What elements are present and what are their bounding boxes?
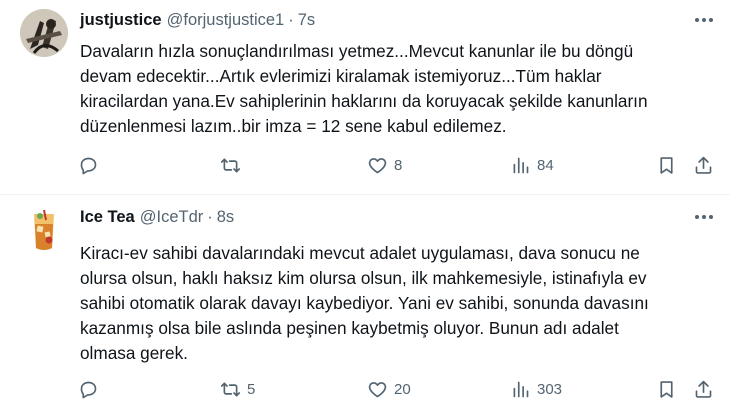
tweet-text-line: sahibi otomatik olarak davayı kaybediyor… (80, 293, 649, 313)
user-handle[interactable]: @IceTdr (140, 208, 204, 227)
tweet-text-line: olursa olsun, haklı haksız kim olursa ol… (80, 268, 647, 288)
tweet-text-line: Kiracı-ev sahibi davalarındaki mevcut ad… (80, 243, 640, 263)
tweet-text-line: kazanmış olsa bile aslında peşinen kaybe… (80, 318, 619, 338)
more-horizontal-icon[interactable] (690, 207, 718, 227)
tweet-text-line: Davaların hızla sonuçlandırılması yetmez… (80, 41, 634, 61)
heart-icon (368, 157, 387, 173)
heart-icon (368, 381, 387, 397)
retweet-icon (220, 382, 241, 396)
bookmark-button[interactable] (656, 153, 677, 177)
separator-dot: · (207, 207, 213, 226)
reply-button[interactable] (78, 153, 105, 177)
tweet-text: Kiracı-ev sahibi davalarındaki mevcut ad… (80, 241, 720, 366)
reply-icon (80, 381, 97, 398)
like-button[interactable]: 8 (367, 153, 402, 177)
tweet-text-line: kiracilardan yana.Ev sahiplerinin haklar… (80, 91, 648, 111)
separator-dot: · (288, 10, 294, 29)
retweet-icon (220, 158, 241, 172)
bookmark-icon (660, 380, 673, 398)
share-button[interactable] (693, 153, 714, 177)
tweet-text: Davaların hızla sonuçlandırılması yetmez… (80, 39, 720, 139)
more-horizontal-icon[interactable] (690, 10, 718, 30)
timestamp[interactable]: 7s (298, 11, 315, 30)
share-icon (695, 156, 712, 174)
user-handle[interactable]: @forjustjustice1 (167, 11, 285, 30)
like-count: 8 (394, 156, 403, 174)
view-count: 84 (537, 156, 554, 174)
tweet[interactable]: Ice Tea @IceTdr · 8s Kiracı-ev sahibi da… (0, 195, 730, 420)
tweet-text-line: düzenlenmesi lazım..bir imza = 12 sene k… (80, 116, 507, 136)
retweet-count: 5 (247, 380, 256, 398)
view-count: 303 (537, 380, 563, 398)
tweet[interactable]: justjustice @forjustjustice1 · 7s Davala… (0, 0, 730, 194)
views-button[interactable]: 303 (510, 377, 562, 401)
display-name[interactable]: justjustice (80, 11, 162, 30)
display-name[interactable]: Ice Tea (80, 208, 135, 227)
timestamp[interactable]: 8s (217, 208, 234, 227)
retweet-button[interactable]: 5 (220, 377, 255, 401)
reply-button[interactable] (78, 377, 105, 401)
tweet-actions: 8 84 (76, 153, 716, 177)
views-chart-icon (513, 157, 529, 173)
bookmark-icon (660, 156, 673, 174)
like-button[interactable]: 20 (367, 377, 411, 401)
share-icon (695, 380, 712, 398)
tweet-header: Ice Tea @IceTdr · 8s (80, 206, 234, 228)
retweet-button[interactable] (220, 153, 247, 177)
like-count: 20 (394, 380, 411, 398)
views-button[interactable]: 84 (510, 153, 554, 177)
share-button[interactable] (693, 377, 714, 401)
tweet-header: justjustice @forjustjustice1 · 7s (80, 9, 315, 31)
avatar[interactable] (20, 9, 68, 57)
tweet-actions: 5 20 303 (76, 377, 716, 401)
tweet-text-line: devam edecektir...Artık evlerimizi kiral… (80, 66, 602, 86)
views-chart-icon (513, 381, 529, 397)
bookmark-button[interactable] (656, 377, 677, 401)
tweet-text-line: olmasa gerek. (80, 343, 188, 363)
avatar[interactable] (20, 206, 68, 254)
reply-icon (80, 157, 97, 174)
